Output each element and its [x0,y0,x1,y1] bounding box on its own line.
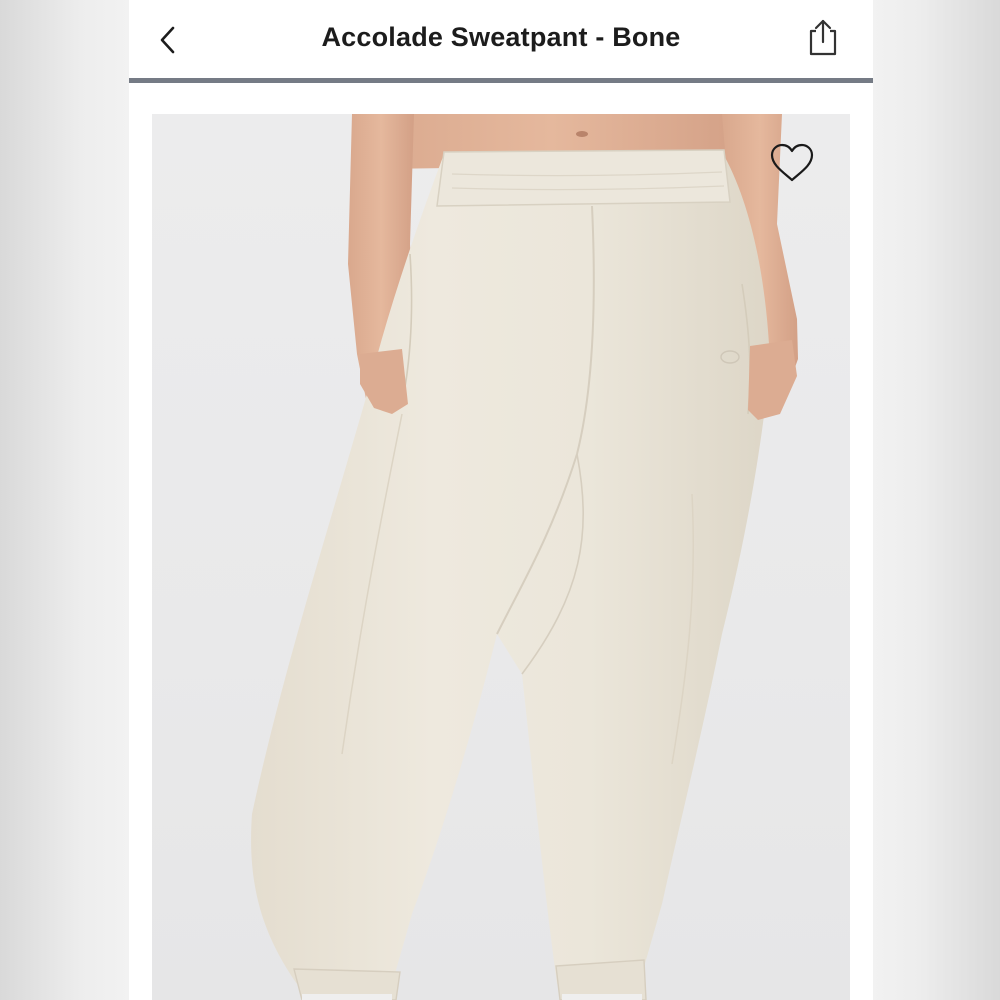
right-hand [748,340,797,420]
sweatpant-photo [251,114,798,1000]
share-icon [809,19,837,56]
favorite-button[interactable] [768,140,816,186]
header-divider [129,78,873,83]
waistband [436,149,731,207]
page-title: Accolade Sweatpant - Bone [321,22,681,52]
product-image[interactable] [152,114,850,1000]
sweatpant-shape [251,152,770,984]
app-screen: Accolade Sweatpant - Bone [129,0,873,1000]
share-button[interactable] [802,16,844,60]
back-button[interactable] [151,20,185,60]
chevron-left-icon [160,26,175,54]
navel [576,131,588,137]
heart-outline-icon [770,143,814,182]
top-bar: Accolade Sweatpant - Bone [129,0,873,78]
